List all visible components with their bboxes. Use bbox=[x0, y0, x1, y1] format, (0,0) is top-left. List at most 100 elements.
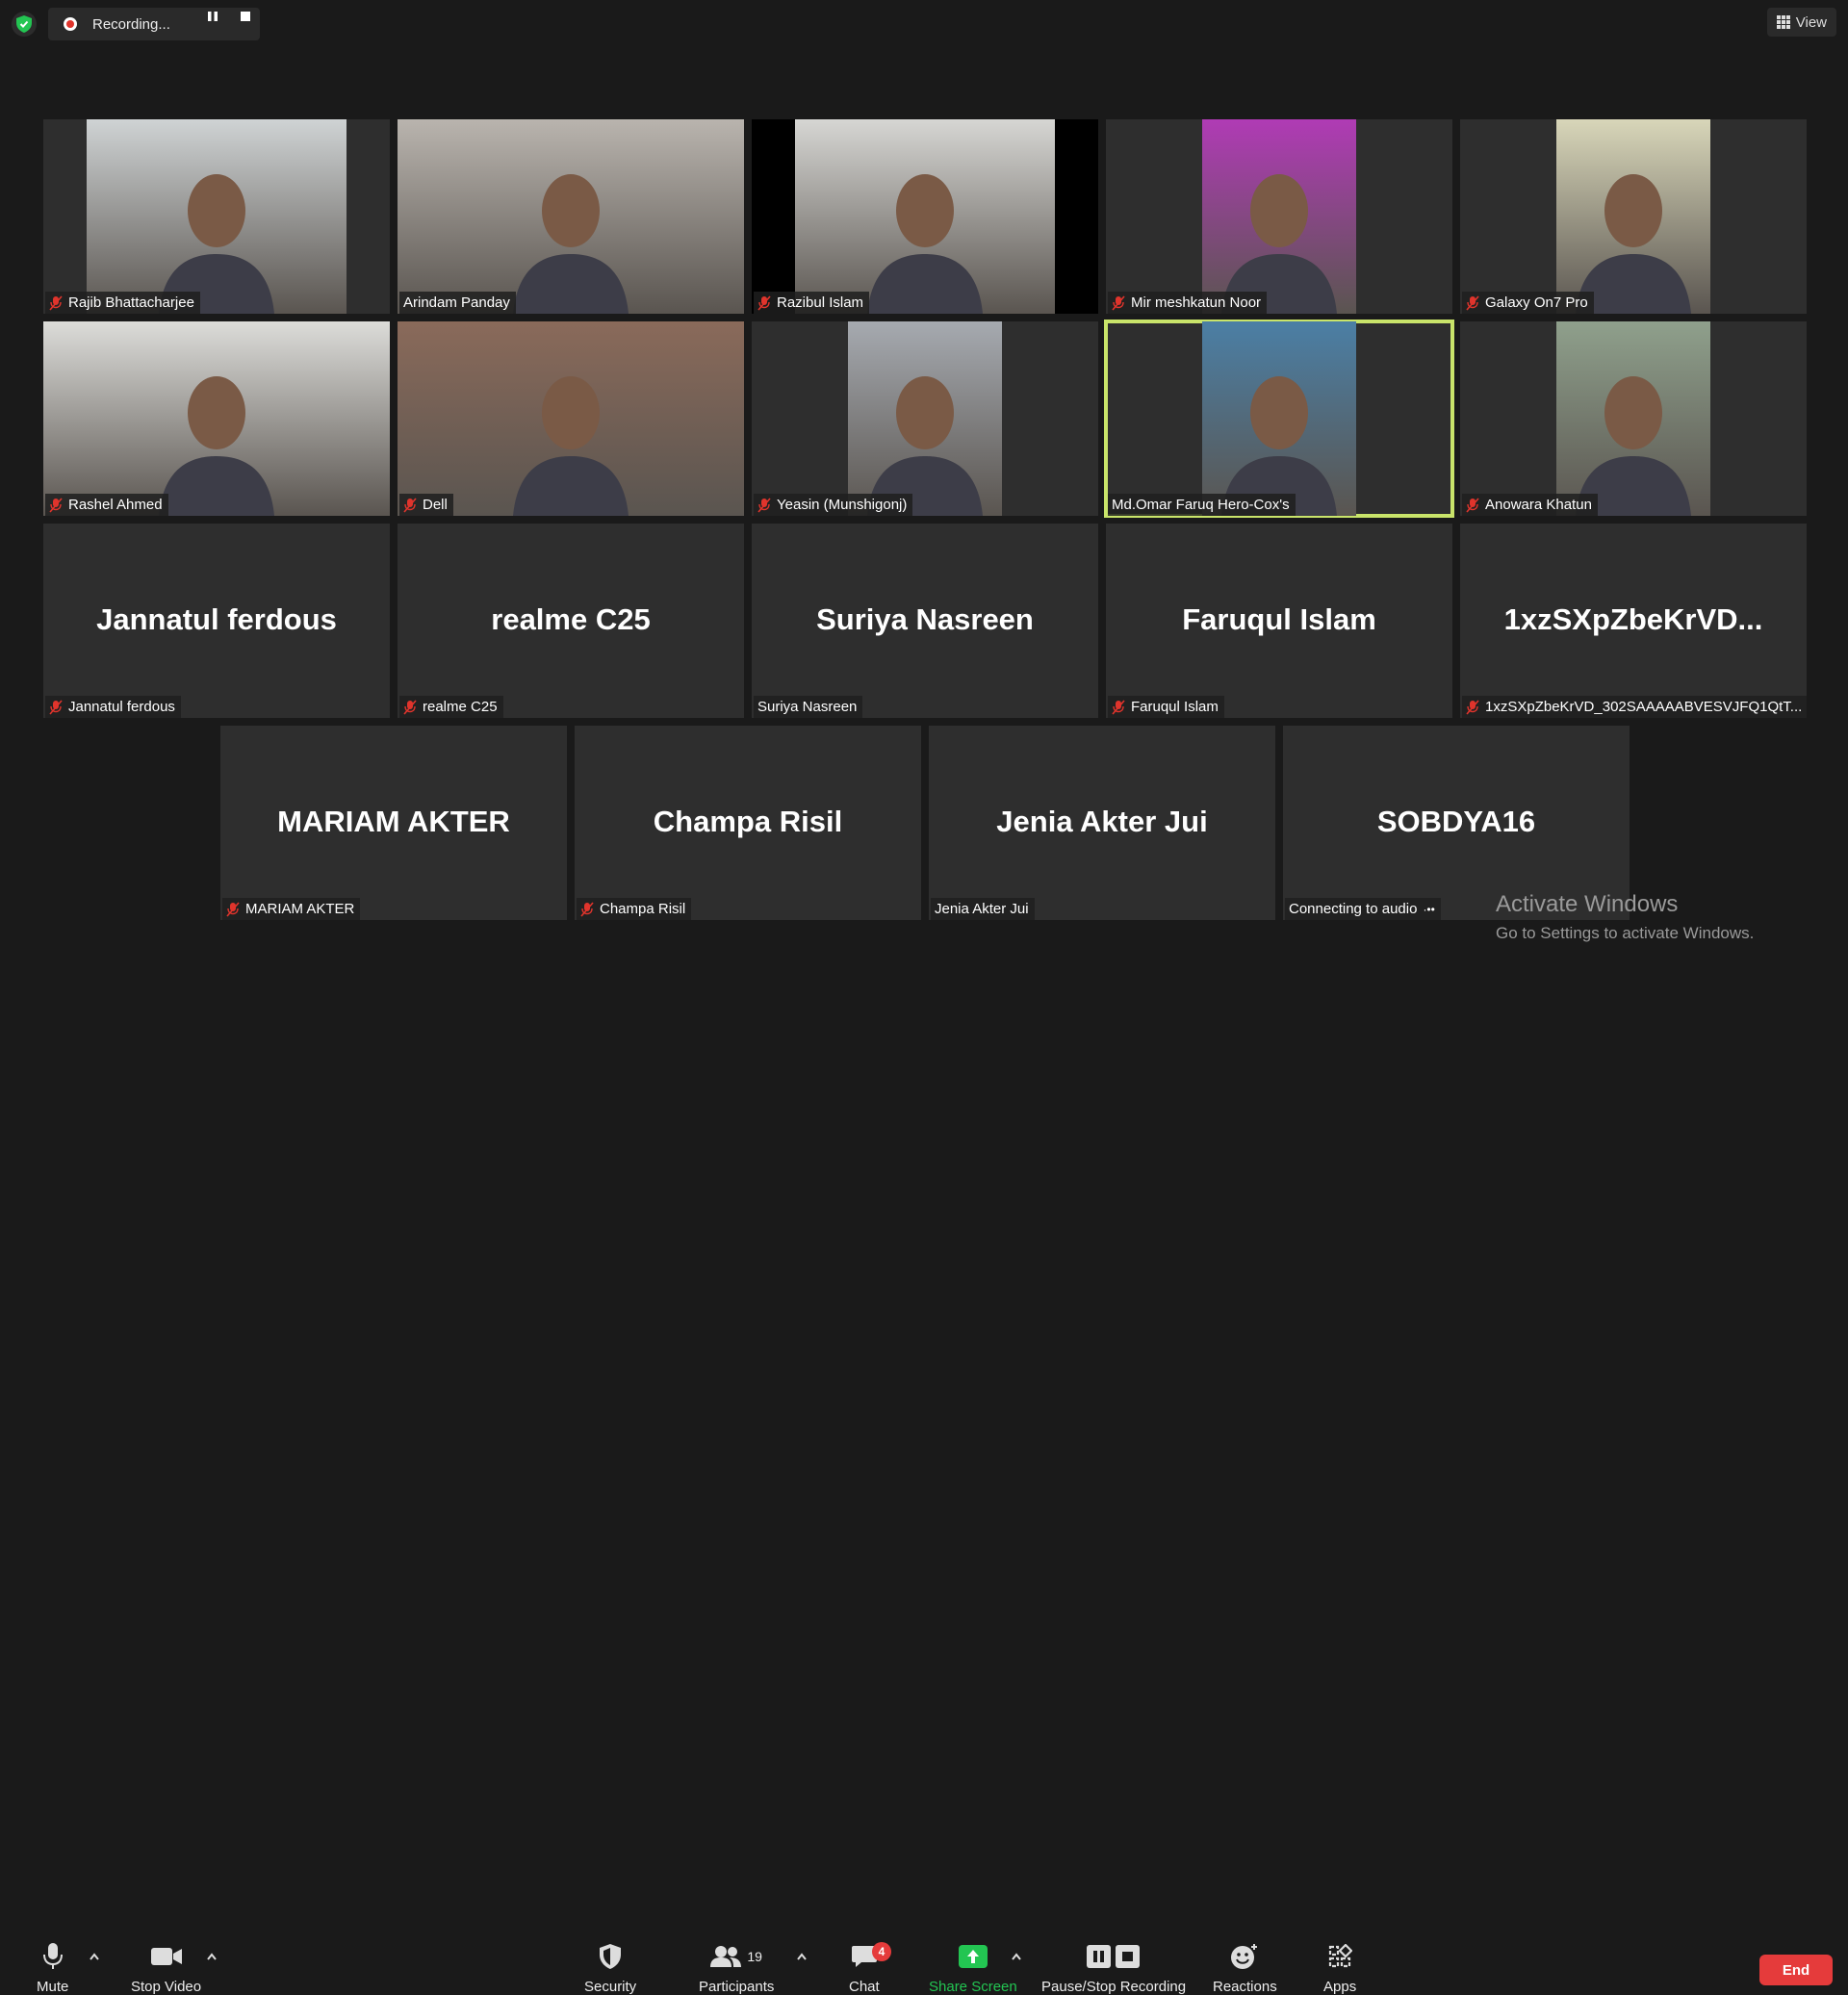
participant-name-tag: Connecting to audio ·•• bbox=[1285, 898, 1441, 920]
share-screen-button[interactable]: Share Screen bbox=[929, 1940, 1017, 1995]
participants-count: 19 bbox=[747, 1949, 762, 1964]
reactions-icon bbox=[1230, 1940, 1259, 1973]
participant-tile[interactable]: Anowara Khatun bbox=[1460, 321, 1807, 516]
participant-tile[interactable]: Suriya Nasreen Suriya Nasreen bbox=[752, 524, 1098, 718]
participant-name-tag: Champa Risil bbox=[577, 898, 692, 920]
recording-controls-icon bbox=[1086, 1940, 1142, 1973]
participant-tile[interactable]: 1xzSXpZbeKrVD... 1xzSXpZbeKrVD_302SAAAAAB… bbox=[1460, 524, 1807, 718]
shield-icon bbox=[16, 15, 32, 33]
muted-mic-icon bbox=[403, 699, 417, 715]
participant-tile[interactable]: Galaxy On7 Pro bbox=[1460, 119, 1807, 314]
participant-name: Arindam Panday bbox=[403, 294, 510, 311]
recording-status: Recording... bbox=[92, 15, 170, 33]
view-button[interactable]: View bbox=[1766, 8, 1836, 37]
participant-name-tag: Md.Omar Faruq Hero-Cox's bbox=[1108, 494, 1296, 516]
pause-stop-recording-label: Pause/Stop Recording bbox=[1041, 1979, 1187, 1995]
share-arrow-icon bbox=[958, 1940, 988, 1973]
participant-tile[interactable]: Mir meshkatun Noor bbox=[1106, 119, 1452, 314]
participant-name: Rajib Bhattacharjee bbox=[68, 294, 194, 311]
participant-name-tag: Jenia Akter Jui bbox=[931, 898, 1035, 920]
security-button[interactable]: Security bbox=[584, 1940, 636, 1995]
chevron-up-icon[interactable] bbox=[1011, 1952, 1022, 1961]
participant-tile[interactable]: Razibul Islam bbox=[752, 119, 1098, 314]
participant-video-feed bbox=[43, 321, 390, 516]
participant-display-name: realme C25 bbox=[491, 602, 651, 636]
participant-tile[interactable]: Arindam Panday bbox=[398, 119, 744, 314]
participant-name: Galaxy On7 Pro bbox=[1485, 294, 1588, 311]
muted-mic-icon bbox=[757, 294, 771, 311]
participant-display-name: Champa Risil bbox=[653, 805, 843, 838]
participant-name: 1xzSXpZbeKrVD_302SAAAAABVESVJFQ1QtT... bbox=[1485, 699, 1803, 715]
muted-mic-icon bbox=[49, 497, 63, 513]
stop-icon bbox=[241, 12, 250, 21]
reactions-button[interactable]: Reactions bbox=[1213, 1940, 1277, 1995]
participant-name-tag: Mir meshkatun Noor bbox=[1108, 292, 1268, 314]
person-silhouette bbox=[1576, 174, 1691, 314]
participant-video-feed bbox=[1202, 119, 1356, 314]
participant-display-name: Suriya Nasreen bbox=[816, 602, 1034, 636]
muted-mic-icon bbox=[226, 901, 240, 917]
participant-name: Dell bbox=[423, 497, 448, 513]
participant-name-tag: MARIAM AKTER bbox=[222, 898, 361, 920]
muted-mic-icon bbox=[1112, 699, 1125, 715]
chat-label: Chat bbox=[849, 1979, 880, 1995]
participant-name: Faruqul Islam bbox=[1131, 699, 1219, 715]
participant-video-feed bbox=[1556, 119, 1710, 314]
participant-tile[interactable]: Jannatul ferdous Jannatul ferdous bbox=[43, 524, 390, 718]
participant-tile[interactable]: Faruqul Islam Faruqul Islam bbox=[1106, 524, 1452, 718]
participant-tile[interactable]: MARIAM AKTER MARIAM AKTER bbox=[220, 726, 567, 920]
participant-name-tag: Suriya Nasreen bbox=[754, 696, 863, 718]
participant-tile[interactable]: Yeasin (Munshigonj) bbox=[752, 321, 1098, 516]
person-silhouette bbox=[513, 376, 629, 516]
pause-recording-button[interactable] bbox=[204, 8, 221, 25]
mute-button[interactable]: Mute bbox=[37, 1940, 68, 1995]
security-label: Security bbox=[584, 1979, 637, 1995]
person-silhouette bbox=[867, 376, 983, 516]
participant-name-tag: 1xzSXpZbeKrVD_302SAAAAABVESVJFQ1QtT... bbox=[1462, 696, 1807, 718]
security-shield-status[interactable] bbox=[12, 12, 37, 37]
mute-label: Mute bbox=[37, 1979, 69, 1995]
participants-button[interactable]: 19 Participants bbox=[699, 1940, 774, 1995]
participant-tile[interactable]: Rajib Bhattacharjee bbox=[43, 119, 390, 314]
stop-video-button[interactable]: Stop Video bbox=[131, 1940, 201, 1995]
participant-tile[interactable]: Rashel Ahmed bbox=[43, 321, 390, 516]
chevron-up-icon[interactable] bbox=[206, 1952, 218, 1961]
participant-name: Jannatul ferdous bbox=[68, 699, 175, 715]
stop-recording-button[interactable] bbox=[237, 8, 254, 25]
person-silhouette bbox=[159, 376, 274, 516]
participant-name-tag: Dell bbox=[399, 494, 453, 516]
participant-tile[interactable]: Md.Omar Faruq Hero-Cox's bbox=[1104, 320, 1454, 518]
participant-name-tag: Galaxy On7 Pro bbox=[1462, 292, 1594, 314]
participant-video-feed bbox=[398, 119, 744, 314]
participant-video-feed bbox=[795, 119, 1055, 314]
chevron-up-icon[interactable] bbox=[796, 1952, 808, 1961]
participant-name-tag: Rajib Bhattacharjee bbox=[45, 292, 200, 314]
participant-tile[interactable]: Champa Risil Champa Risil bbox=[575, 726, 921, 920]
muted-mic-icon bbox=[1466, 699, 1479, 715]
video-icon bbox=[150, 1940, 183, 1973]
muted-mic-icon bbox=[757, 497, 771, 513]
end-meeting-button[interactable]: End bbox=[1759, 1955, 1833, 1985]
participant-name-tag: Arindam Panday bbox=[399, 292, 516, 314]
participant-tile[interactable]: Jenia Akter Jui Jenia Akter Jui bbox=[929, 726, 1275, 920]
pause-icon bbox=[208, 12, 218, 21]
participant-display-name: SOBDYA16 bbox=[1376, 805, 1536, 838]
participant-name-tag: Jannatul ferdous bbox=[45, 696, 181, 718]
muted-mic-icon bbox=[403, 497, 417, 513]
stop-video-label: Stop Video bbox=[131, 1979, 202, 1995]
chevron-up-icon[interactable] bbox=[89, 1952, 100, 1961]
person-silhouette bbox=[1576, 376, 1691, 516]
pause-stop-recording-button[interactable]: Pause/Stop Recording bbox=[1041, 1940, 1186, 1995]
reactions-label: Reactions bbox=[1213, 1979, 1277, 1995]
participant-name: Connecting to audio bbox=[1289, 901, 1418, 917]
recording-indicator: Recording... bbox=[48, 8, 260, 40]
participant-video-feed bbox=[848, 321, 1002, 516]
participant-name-tag: Yeasin (Munshigonj) bbox=[754, 494, 913, 516]
participant-tile[interactable]: Dell bbox=[398, 321, 744, 516]
apps-button[interactable]: Apps bbox=[1323, 1940, 1356, 1995]
participant-name: Rashel Ahmed bbox=[68, 497, 163, 513]
participant-video-feed bbox=[87, 119, 346, 314]
apps-icon bbox=[1327, 1940, 1353, 1973]
participant-tile[interactable]: realme C25 realme C25 bbox=[398, 524, 744, 718]
participant-name-tag: realme C25 bbox=[399, 696, 503, 718]
